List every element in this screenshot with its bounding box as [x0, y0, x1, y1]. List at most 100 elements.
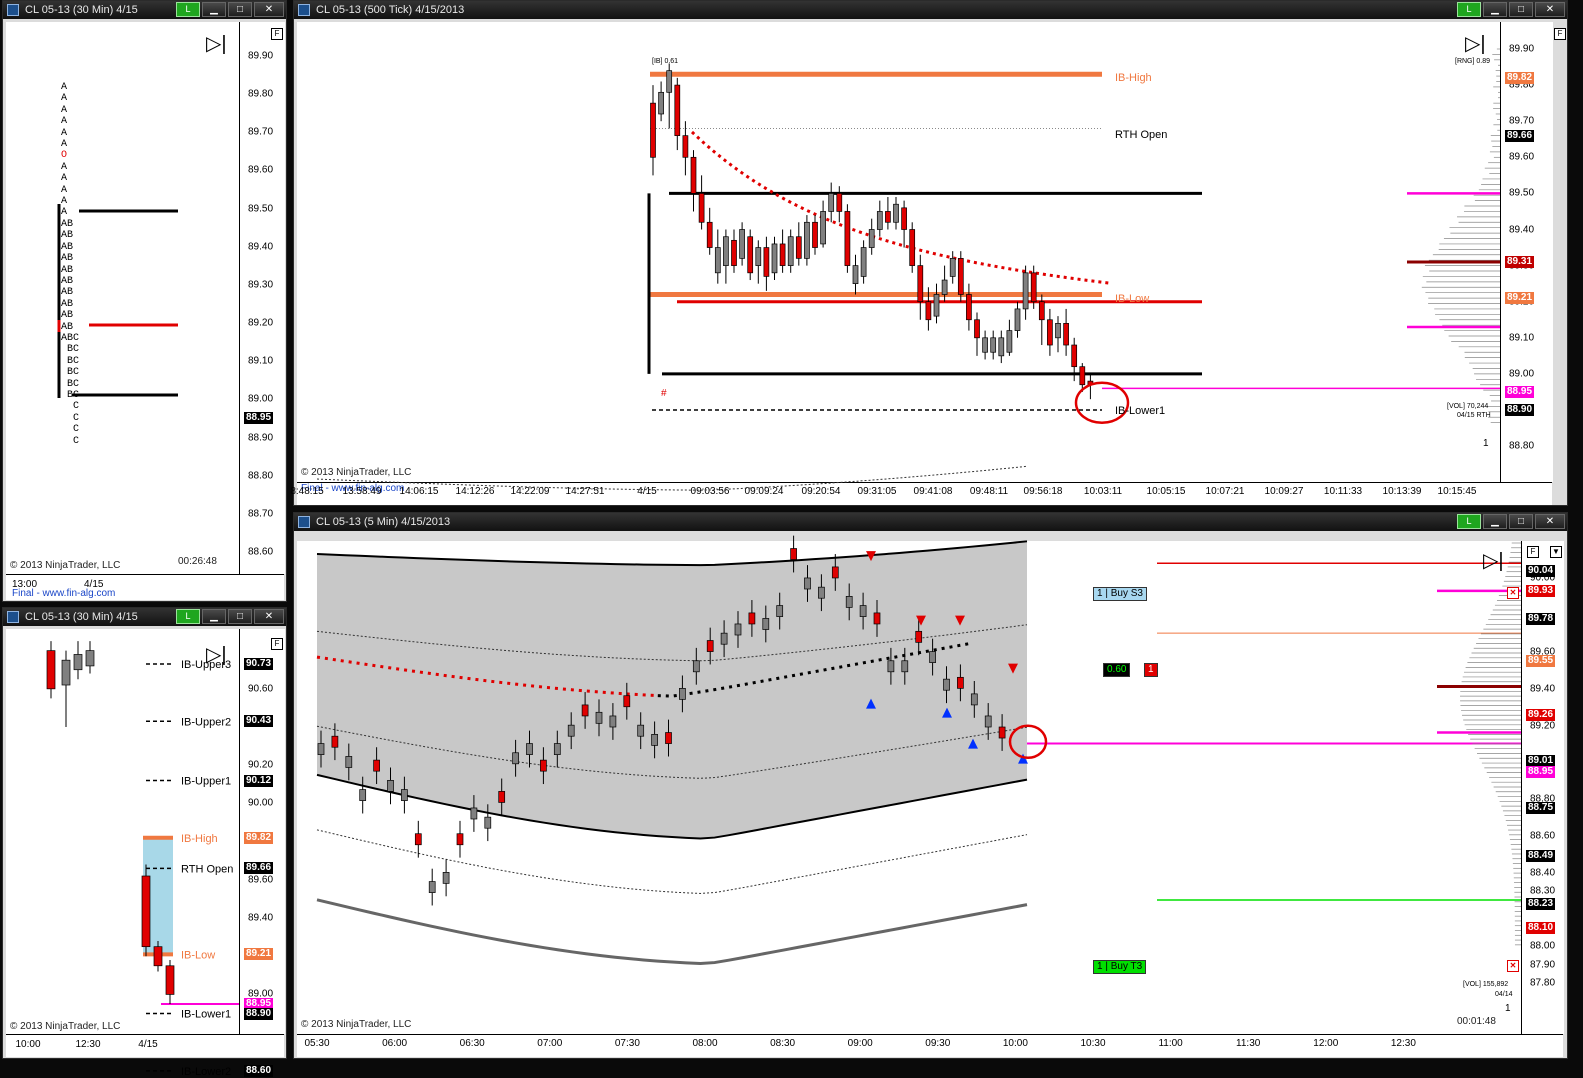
price-marker: 89.82	[1505, 72, 1534, 84]
buy-s3-order[interactable]: 1 | Buy S3	[1093, 587, 1147, 601]
candle-body	[748, 237, 753, 273]
signal-arrow-icon: ▼	[866, 549, 876, 564]
candle-body	[683, 136, 688, 158]
time-label: 14:12:26	[456, 486, 495, 497]
ib-plot-area[interactable]: IB-Upper3 IB-Upper2 IB-Upper1 IB-High RTH Op…	[6, 629, 239, 1034]
candle-body	[86, 651, 94, 666]
close-icon[interactable]: ✕	[1535, 2, 1565, 17]
candle	[756, 240, 761, 283]
play-icon[interactable]: ▷|	[1483, 551, 1504, 571]
vol-label: [VOL] 70,244	[1447, 403, 1488, 410]
candle-body	[804, 222, 809, 258]
format-button[interactable]: F	[1554, 28, 1566, 40]
candle-body	[667, 71, 672, 93]
candle-body	[805, 578, 811, 589]
candle-body	[813, 222, 818, 247]
minimize-icon[interactable]: ▁	[1483, 514, 1507, 529]
five-min-plot-area[interactable]: ▼ ▼ ▼ ▼ ▲ ▲ ▲ ▲ 1 | Buy S3 0.60 1 1 | Buy T3 ✕ …	[297, 541, 1521, 1034]
candle-body	[707, 641, 713, 652]
price-tick-label: 89.70	[248, 127, 273, 138]
play-icon[interactable]: ▷|	[206, 645, 227, 665]
format-button[interactable]: F	[271, 28, 283, 40]
format-button[interactable]: F	[271, 638, 283, 650]
candle-body	[777, 606, 783, 617]
format-button[interactable]: F	[1527, 546, 1539, 558]
buy-t3-order[interactable]: 1 | Buy T3	[1093, 960, 1146, 974]
candle-body	[1080, 367, 1085, 385]
link-button[interactable]: L	[176, 609, 200, 624]
close-icon[interactable]: ✕	[254, 2, 284, 17]
candle-body	[691, 157, 696, 193]
pnl-value: 0.60	[1107, 664, 1126, 675]
candle	[715, 230, 720, 284]
candle	[166, 960, 174, 1004]
tick-plot-area[interactable]: [IB] 0.61 IB-High RTH Open IB-Low IB-Low…	[297, 22, 1500, 482]
candle	[1015, 302, 1020, 338]
tick-price-axis[interactable]: 89.9089.8089.7089.6089.5089.4089.3089.20…	[1500, 22, 1553, 482]
candle-body	[944, 679, 950, 690]
tpo-price-axis[interactable]: 89.90 89.80 89.70 89.60 89.50 89.40 89.30 89.20…	[239, 22, 285, 574]
tpo-time-axis[interactable]: 13:00 4/15 Final - www.fin-alg.com	[6, 574, 284, 600]
time-label: 14:22:09	[511, 486, 550, 497]
position-pnl[interactable]: 0.60	[1103, 663, 1130, 677]
vol-label: [VOL] 155,892	[1463, 981, 1508, 988]
minimize-icon[interactable]: ▁	[202, 2, 226, 17]
tpo-plot-area[interactable]: ▷| A A A A A A O A A A A A AB AB AB AB AB AB AB AB AB AB ABC B…	[6, 22, 239, 574]
candle	[829, 183, 834, 223]
chevron-down-icon[interactable]: ▼	[1550, 546, 1562, 558]
candle	[788, 230, 793, 273]
maximize-icon[interactable]: □	[228, 2, 252, 17]
candle-body	[47, 651, 55, 689]
price-marker: 88.23	[1526, 898, 1555, 910]
cancel-order-t3-icon[interactable]: ✕	[1507, 960, 1519, 972]
position-qty[interactable]: 1	[1144, 663, 1158, 677]
maximize-icon[interactable]: □	[1509, 2, 1533, 17]
tpo-title-bar[interactable]: CL 05-13 (30 Min) 4/15 L ▁ □ ✕	[3, 1, 286, 19]
candle-body	[715, 248, 720, 273]
rng-label: [RNG] 0.89	[1455, 58, 1490, 65]
link-button[interactable]: L	[176, 2, 200, 17]
ib-price-axis[interactable]: 90.60 90.20 90.00 89.60 89.40 89.00 90.73 90.43…	[239, 629, 285, 1034]
price-tick-label: 88.80	[1509, 441, 1534, 452]
fin-alg-link[interactable]: Final - www.fin-alg.com	[12, 588, 115, 599]
tick-title-bar[interactable]: CL 05-13 (500 Tick) 4/15/2013 L ▁ □ ✕	[294, 1, 1567, 19]
five-min-title-bar[interactable]: CL 05-13 (5 Min) 4/15/2013 L ▁ □ ✕	[294, 513, 1567, 531]
maximize-icon[interactable]: □	[228, 609, 252, 624]
candle-body	[154, 947, 162, 966]
price-tick-label: 88.40	[1530, 867, 1555, 878]
time-label: 09:30	[925, 1038, 950, 1049]
five-min-price-axis[interactable]: 90.00 89.60 89.40 89.20 88.80 88.60 88.40 88.30…	[1521, 541, 1564, 1034]
price-marker: 89.26	[1526, 709, 1555, 721]
candle	[699, 175, 704, 229]
time-label: 10:09:27	[1265, 486, 1304, 497]
close-icon[interactable]: ✕	[254, 609, 284, 624]
ib-title-bar[interactable]: CL 05-13 (30 Min) 4/15 L ▁ □ ✕	[3, 608, 286, 626]
maximize-icon[interactable]: □	[1509, 514, 1533, 529]
cancel-order-s3-icon[interactable]: ✕	[1507, 587, 1519, 599]
candle-body	[916, 631, 922, 642]
ib-time-axis[interactable]: 10:00 12:30 4/15	[6, 1034, 284, 1057]
pnl-qty: 1	[1148, 664, 1154, 675]
price-tick-label: 89.00	[248, 394, 273, 405]
price-tick-label: 89.60	[248, 874, 273, 885]
time-label: 14:06:15	[400, 486, 439, 497]
candle	[62, 651, 70, 727]
candle-body	[791, 549, 797, 560]
price-tick-label: 89.40	[1509, 224, 1534, 235]
five-min-time-axis[interactable]: 05:30 06:00 06:30 07:00 07:30 08:00 08:30 09:00…	[297, 1034, 1563, 1057]
ib-high-label: IB-High	[1115, 72, 1152, 84]
time-label: 09:00	[848, 1038, 873, 1049]
play-icon[interactable]: ▷|	[1465, 34, 1486, 54]
link-button[interactable]: L	[1457, 2, 1481, 17]
link-button[interactable]: L	[1457, 514, 1481, 529]
candle-body	[499, 791, 505, 802]
candle-body	[894, 204, 899, 222]
candle	[86, 641, 94, 673]
signal-arrow-icon: ▼	[955, 613, 965, 628]
candle	[845, 204, 850, 273]
minimize-icon[interactable]: ▁	[1483, 2, 1507, 17]
candle-body	[732, 240, 737, 265]
minimize-icon[interactable]: ▁	[202, 609, 226, 624]
candle-body	[1047, 320, 1052, 345]
close-icon[interactable]: ✕	[1535, 514, 1565, 529]
